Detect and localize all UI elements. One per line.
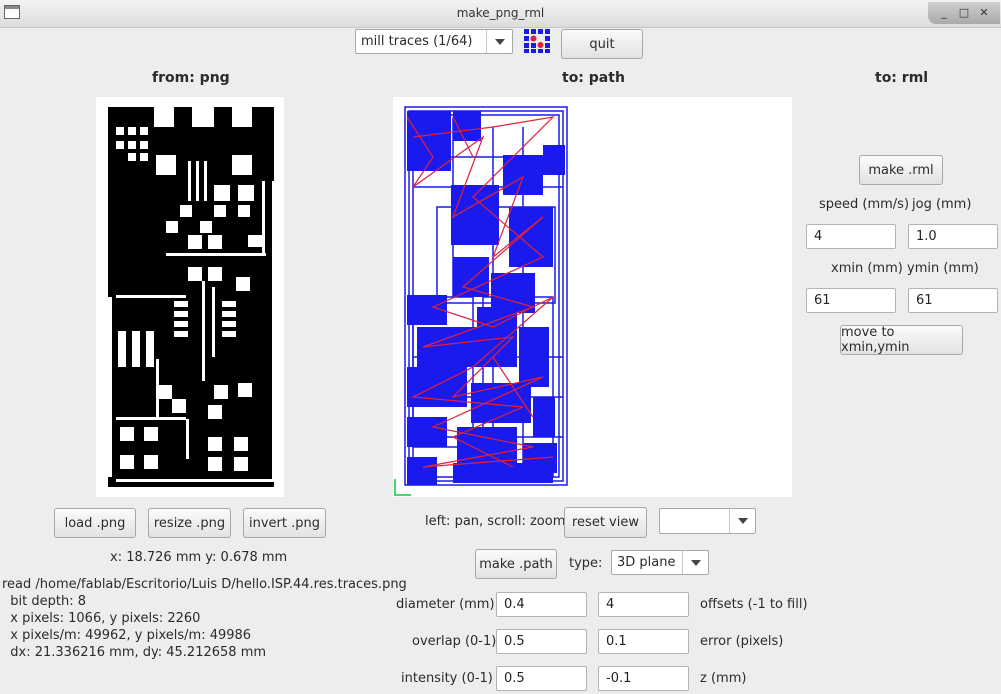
resize-png-button[interactable]: resize .png bbox=[148, 508, 231, 538]
speed-label: speed (mm/s) bbox=[819, 197, 910, 212]
invert-png-button[interactable]: invert .png bbox=[243, 508, 326, 538]
make-rml-button[interactable]: make .rml bbox=[859, 155, 943, 185]
intensity-field[interactable]: 0.5 bbox=[496, 666, 587, 691]
overlap-field[interactable]: 0.5 bbox=[496, 629, 587, 654]
load-png-button[interactable]: load .png bbox=[54, 508, 136, 538]
type-select[interactable]: 3D plane bbox=[611, 550, 709, 575]
offsets-field[interactable]: 4 bbox=[598, 592, 689, 617]
offsets-label: offsets (-1 to fill) bbox=[700, 597, 808, 612]
make-path-button[interactable]: make .path bbox=[475, 549, 557, 579]
toolpath-plot bbox=[394, 106, 568, 496]
path-preview[interactable] bbox=[393, 97, 792, 497]
to-path-heading: to: path bbox=[562, 70, 625, 86]
diameter-field[interactable]: 0.4 bbox=[496, 592, 587, 617]
pcb-traces-image bbox=[108, 107, 276, 487]
maximize-icon[interactable]: □ bbox=[956, 5, 972, 21]
error-label: error (pixels) bbox=[700, 634, 784, 649]
xmin-field[interactable]: 61 bbox=[806, 288, 896, 313]
type-label: type: bbox=[569, 556, 603, 571]
ymin-label: ymin (mm) bbox=[907, 261, 979, 276]
view-select[interactable] bbox=[659, 508, 756, 534]
png-info-line: x pixels/m: 49962, y pixels/m: 49986 bbox=[2, 628, 252, 643]
png-info-line: bit depth: 8 bbox=[2, 594, 86, 609]
title-bar: make_png_rml _ □ ✕ bbox=[0, 0, 1001, 28]
from-png-heading: from: png bbox=[152, 70, 230, 86]
cursor-coords: x: 18.726 mm y: 0.678 mm bbox=[110, 550, 288, 565]
quit-button[interactable]: quit bbox=[561, 29, 643, 59]
intensity-label: intensity (0-1) bbox=[401, 671, 493, 686]
ymin-field[interactable]: 61 bbox=[908, 288, 998, 313]
close-icon[interactable]: ✕ bbox=[976, 5, 992, 21]
jog-field[interactable]: 1.0 bbox=[908, 224, 998, 249]
error-field[interactable]: 0.1 bbox=[598, 629, 689, 654]
chevron-down-icon bbox=[729, 509, 755, 533]
pan-zoom-hint: left: pan, scroll: zoom bbox=[425, 514, 566, 529]
png-info-line: dx: 21.336216 mm, dy: 45.212658 mm bbox=[2, 645, 267, 660]
overlap-label: overlap (0-1) bbox=[412, 634, 497, 649]
z-field[interactable]: -0.1 bbox=[598, 666, 689, 691]
xmin-label: xmin (mm) bbox=[831, 261, 903, 276]
move-to-xmin-ymin-button[interactable]: move to xmin,ymin bbox=[840, 325, 963, 355]
window-title: make_png_rml bbox=[456, 6, 545, 20]
to-rml-heading: to: rml bbox=[875, 70, 929, 86]
z-label: z (mm) bbox=[700, 671, 747, 686]
mode-select[interactable]: mill traces (1/64) bbox=[355, 29, 513, 54]
png-info-line: read /home/fablab/Escritorio/Luis D/hell… bbox=[2, 577, 407, 592]
reset-view-button[interactable]: reset view bbox=[564, 507, 647, 538]
png-info-line: x pixels: 1066, y pixels: 2260 bbox=[2, 611, 201, 626]
minimize-icon[interactable]: _ bbox=[936, 5, 952, 21]
chevron-down-icon bbox=[682, 551, 708, 574]
diameter-label: diameter (mm) bbox=[396, 597, 495, 612]
speed-field[interactable]: 4 bbox=[806, 224, 896, 249]
fab-logo-icon bbox=[524, 29, 550, 53]
png-info: read /home/fablab/Escritorio/Luis D/hell… bbox=[2, 576, 407, 661]
chevron-down-icon bbox=[486, 30, 512, 53]
jog-label: jog (mm) bbox=[912, 197, 972, 212]
window-controls: _ □ ✕ bbox=[928, 2, 1000, 24]
png-preview[interactable] bbox=[96, 97, 284, 497]
